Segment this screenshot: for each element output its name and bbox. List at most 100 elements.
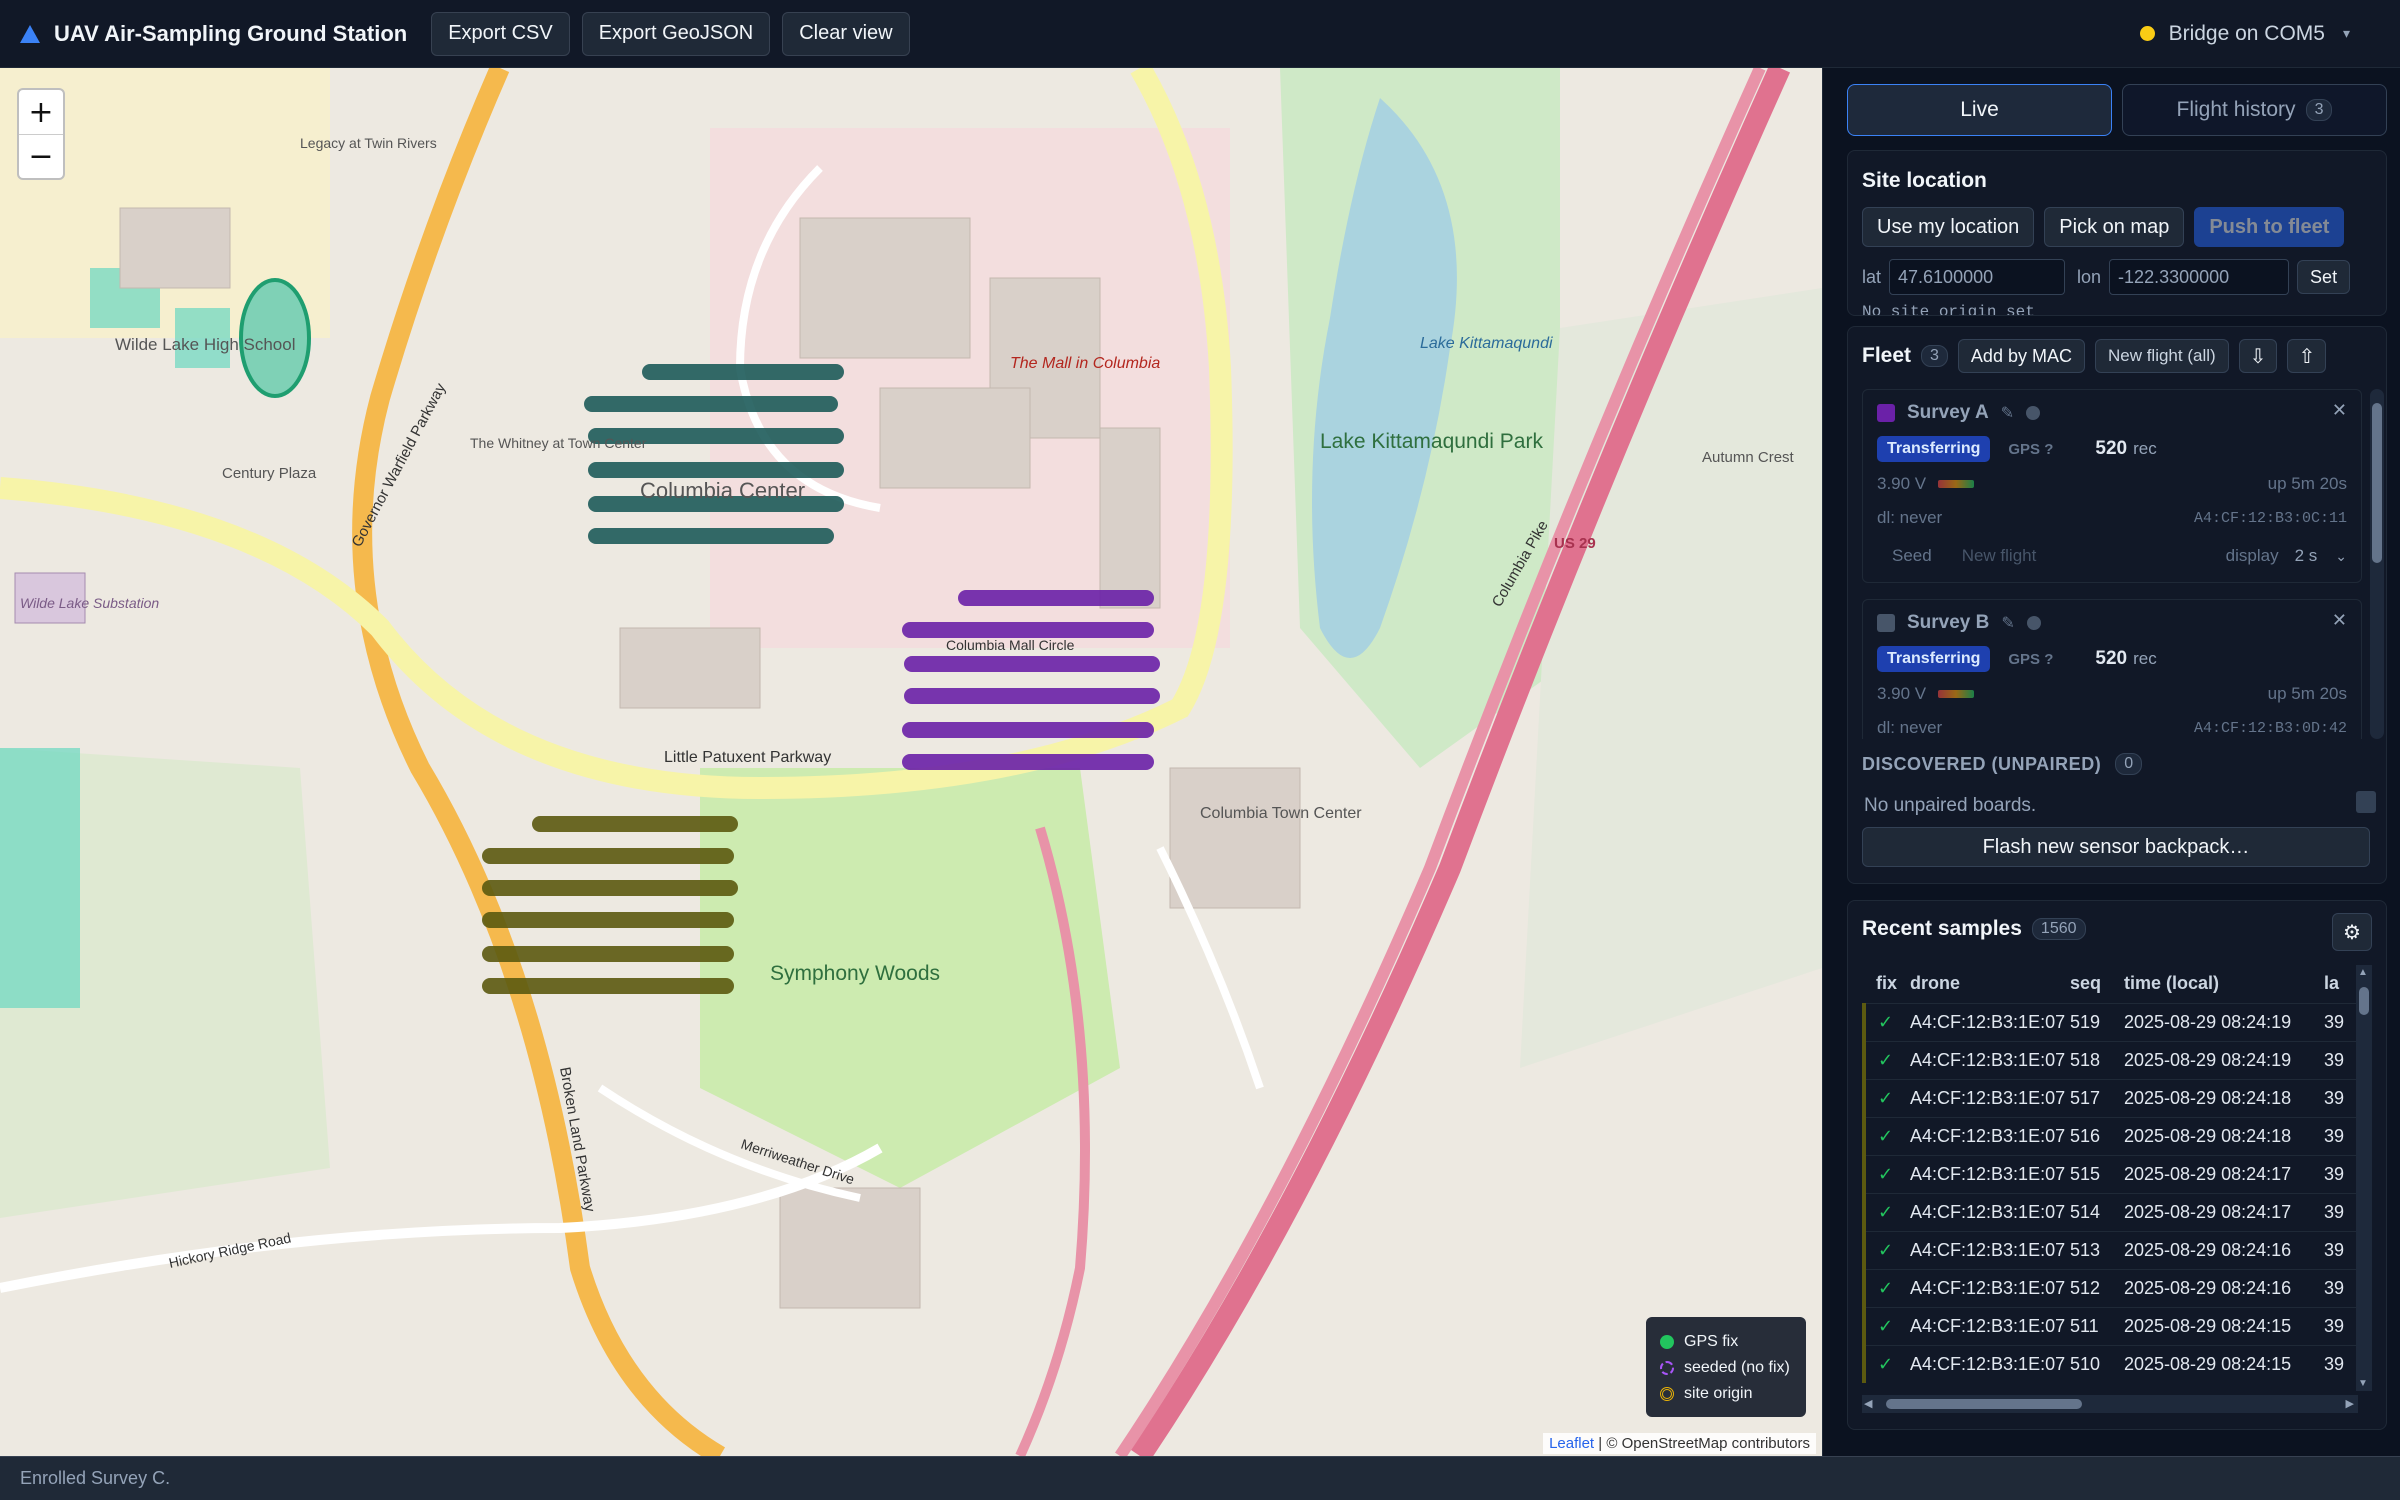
- cell-time: 2025-08-29 08:24:17: [2124, 1154, 2324, 1193]
- samples-title: Recent samples: [1862, 917, 2022, 940]
- display-interval-select[interactable]: 2 s: [2295, 546, 2318, 566]
- map-label: Columbia Center: [640, 478, 805, 503]
- transfer-state-badge: Transferring: [1877, 646, 1991, 672]
- cell-time: 2025-08-29 08:24:19: [2124, 1002, 2324, 1041]
- map-label: The Mall in Columbia: [1010, 355, 1160, 372]
- use-my-location-button[interactable]: Use my location: [1862, 207, 2035, 247]
- zoom-out-button[interactable]: −: [19, 134, 63, 178]
- add-by-mac-button[interactable]: Add by MAC: [1957, 339, 2085, 373]
- bridge-selector[interactable]: Bridge on COM5 ▾: [2139, 21, 2350, 46]
- scrollbar-thumb[interactable]: [1886, 1399, 2082, 1409]
- table-row[interactable]: ✓ A4:CF:12:B3:1E:07 518 2025-08-29 08:24:19…: [1862, 1040, 2358, 1079]
- scroll-down-icon[interactable]: ▼: [2358, 1378, 2368, 1389]
- table-row[interactable]: ✓ A4:CF:12:B3:1E:07 512 2025-08-29 08:24:16…: [1862, 1268, 2358, 1307]
- scrollbar-thumb[interactable]: [2359, 987, 2369, 1015]
- table-row[interactable]: ✓ A4:CF:12:B3:1E:07 515 2025-08-29 08:24:17…: [1862, 1154, 2358, 1193]
- cell-seq: 519: [2070, 1002, 2124, 1041]
- table-row[interactable]: ✓ A4:CF:12:B3:1E:07 510 2025-08-29 08:24:15…: [1862, 1344, 2358, 1383]
- cell-time: 2025-08-29 08:24:16: [2124, 1230, 2324, 1269]
- app-brand: UAV Air-Sampling Ground Station: [20, 21, 407, 47]
- cell-drone: A4:CF:12:B3:1E:07: [1910, 1078, 2070, 1117]
- lon-input[interactable]: -122.3300000: [2109, 259, 2290, 295]
- map-building: [1099, 427, 1161, 609]
- table-row[interactable]: ✓ A4:CF:12:B3:1E:07 511 2025-08-29 08:24:15…: [1862, 1306, 2358, 1345]
- settings-gear-icon[interactable]: ⚙: [2332, 913, 2372, 951]
- column-header-lat[interactable]: la: [2324, 965, 2358, 1003]
- zoom-control: + −: [17, 88, 65, 180]
- fleet-title: Fleet: [1862, 344, 1912, 367]
- drone-status-dot: [2026, 616, 2041, 630]
- drone-card-survey-a: Survey A ✎ ✕ Transferring GPS ? 520 rec …: [1862, 389, 2362, 583]
- push-to-fleet-button[interactable]: Push to fleet: [2194, 207, 2345, 247]
- scroll-right-icon[interactable]: ▶: [2346, 1397, 2354, 1410]
- flash-backpack-button[interactable]: Flash new sensor backpack…: [1862, 827, 2370, 867]
- drone-card-survey-b: Survey B ✎ ✕ Transferring GPS ? 520 rec …: [1862, 599, 2362, 739]
- map-building: [799, 217, 971, 359]
- samples-count-badge: 1560: [2031, 918, 2086, 940]
- lat-input[interactable]: 47.6100000: [1889, 259, 2066, 295]
- side-panel: Live Flight history 3 Site location Use …: [1822, 68, 2400, 1456]
- close-icon[interactable]: ✕: [2332, 400, 2347, 421]
- samples-table-wrap[interactable]: fix drone seq time (local) la ✓ A4:CF:12:…: [1862, 965, 2358, 1391]
- uptime: up 5m 20s: [2267, 684, 2347, 703]
- pencil-icon[interactable]: ✎: [2001, 403, 2014, 423]
- last-download: dl: never: [1877, 718, 1943, 737]
- map-canvas[interactable]: Wilde Lake High School Columbia Center T…: [0, 68, 1822, 1456]
- column-header-time[interactable]: time (local): [2124, 965, 2324, 1003]
- tab-live[interactable]: Live: [1847, 84, 2112, 136]
- no-unpaired-text: No unpaired boards.: [1864, 795, 2037, 816]
- table-row[interactable]: ✓ A4:CF:12:B3:1E:07 517 2025-08-29 08:24:18…: [1862, 1078, 2358, 1117]
- discovered-scrollbar[interactable]: [2356, 791, 2376, 813]
- app-title: UAV Air-Sampling Ground Station: [54, 20, 408, 46]
- cell-time: 2025-08-29 08:24:15: [2124, 1306, 2324, 1345]
- pencil-icon[interactable]: ✎: [2001, 613, 2014, 633]
- new-flight-all-button[interactable]: New flight (all): [2094, 339, 2229, 373]
- table-row[interactable]: ✓ A4:CF:12:B3:1E:07 519 2025-08-29 08:24:19…: [1862, 1002, 2358, 1041]
- drone-list-scrollbar[interactable]: [2370, 389, 2384, 739]
- export-geojson-button[interactable]: Export GeoJSON: [581, 11, 771, 56]
- close-icon[interactable]: ✕: [2332, 610, 2347, 631]
- set-location-button[interactable]: Set: [2297, 260, 2351, 294]
- map-label: Century Plaza: [222, 465, 317, 482]
- cell-time: 2025-08-29 08:24:18: [2124, 1078, 2324, 1117]
- pick-on-map-button[interactable]: Pick on map: [2044, 207, 2185, 247]
- cell-seq: 515: [2070, 1154, 2124, 1193]
- drone-name: Survey A: [1907, 402, 1989, 423]
- table-row[interactable]: ✓ A4:CF:12:B3:1E:07 516 2025-08-29 08:24:18…: [1862, 1116, 2358, 1155]
- scroll-left-icon[interactable]: ◀: [1864, 1397, 1872, 1410]
- map-view[interactable]: Wilde Lake High School Columbia Center T…: [0, 68, 1822, 1456]
- record-unit: rec: [2133, 649, 2157, 668]
- samples-hscrollbar[interactable]: ◀ ▶: [1862, 1395, 2358, 1413]
- column-header-drone[interactable]: drone: [1910, 965, 2070, 1003]
- column-header-seq[interactable]: seq: [2070, 965, 2124, 1003]
- samples-vscrollbar[interactable]: ▲ ▼: [2356, 965, 2372, 1391]
- scrollbar-thumb[interactable]: [2372, 403, 2382, 563]
- discovered-count-badge: 0: [2115, 753, 2143, 775]
- table-row[interactable]: ✓ A4:CF:12:B3:1E:07 513 2025-08-29 08:24:16…: [1862, 1230, 2358, 1269]
- export-csv-button[interactable]: Export CSV: [431, 11, 570, 56]
- bridge-label: Bridge on COM5: [2168, 21, 2325, 45]
- zoom-in-button[interactable]: +: [19, 90, 63, 134]
- clear-view-button[interactable]: Clear view: [782, 11, 910, 56]
- fix-check-icon: ✓: [1862, 1002, 1910, 1041]
- fix-check-icon: ✓: [1862, 1154, 1910, 1193]
- chevron-down-icon[interactable]: ⌄: [2335, 548, 2347, 565]
- download-icon[interactable]: ⇩: [2238, 339, 2278, 373]
- fix-check-icon: ✓: [1862, 1040, 1910, 1079]
- leaflet-link[interactable]: Leaflet: [1549, 1435, 1594, 1452]
- scroll-up-icon[interactable]: ▲: [2358, 967, 2368, 978]
- recent-samples-card: Recent samples 1560 ⚙ fix drone seq time…: [1847, 900, 2387, 1430]
- triangle-logo-icon: [20, 24, 40, 43]
- tab-flight-history[interactable]: Flight history 3: [2122, 84, 2387, 136]
- upload-icon[interactable]: ⇧: [2287, 339, 2327, 373]
- table-row[interactable]: ✓ A4:CF:12:B3:1E:07 514 2025-08-29 08:24:17…: [1862, 1192, 2358, 1231]
- seed-button[interactable]: Seed: [1877, 540, 1947, 572]
- column-header-fix[interactable]: fix: [1864, 965, 1910, 1003]
- new-flight-button[interactable]: New flight: [1947, 540, 2052, 572]
- site-location-card: Site location Use my location Pick on ma…: [1847, 150, 2387, 316]
- map-legend: GPS fix seeded (no fix) site origin: [1646, 1317, 1806, 1417]
- map-building: [879, 387, 1031, 489]
- drone-list[interactable]: Survey A ✎ ✕ Transferring GPS ? 520 rec …: [1848, 389, 2386, 739]
- drone-color-swatch[interactable]: [1877, 614, 1895, 632]
- drone-color-swatch[interactable]: [1877, 404, 1895, 422]
